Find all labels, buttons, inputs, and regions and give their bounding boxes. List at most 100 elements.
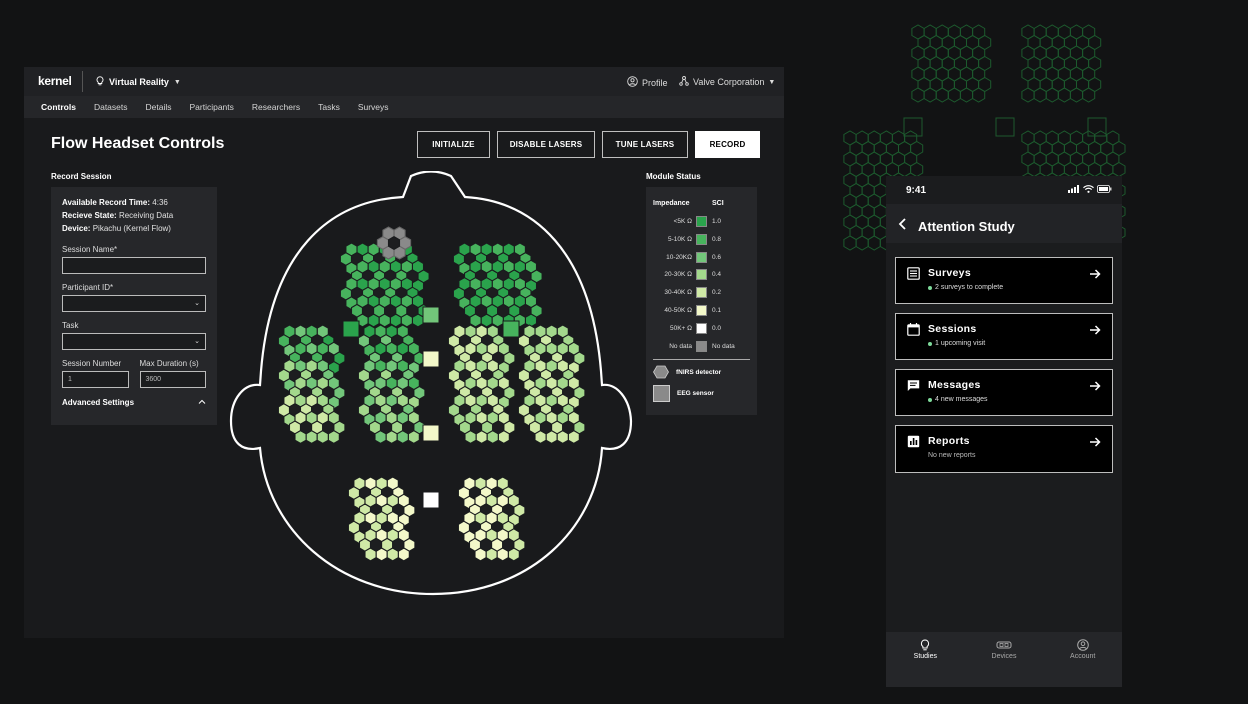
tab-researchers[interactable]: Researchers: [252, 102, 300, 112]
background-hexagon: [1057, 87, 1071, 103]
legend-row: 50K+ Ω 0.0: [646, 322, 757, 335]
fnirs-detector[interactable]: [369, 537, 383, 552]
tab-studies[interactable]: Studies: [886, 632, 965, 687]
fnirs-detector[interactable]: [469, 420, 483, 435]
impedance-range: 40-50K Ω: [664, 307, 692, 314]
tab-devices[interactable]: Devices: [965, 632, 1044, 687]
user-circle-icon: [1076, 639, 1089, 651]
color-swatch: [696, 269, 707, 281]
fnirs-detector[interactable]: [384, 303, 397, 318]
messages-card-title: Messages: [928, 379, 981, 391]
tab-tasks[interactable]: Tasks: [318, 102, 340, 112]
sessions-card[interactable]: Sessions 1 upcoming visit: [895, 313, 1113, 360]
messages-card-subtitle: 4 new messages: [928, 396, 988, 403]
eeg-sensor[interactable]: [422, 350, 440, 368]
background-hexagon: [867, 235, 881, 251]
fnirs-detector[interactable]: [379, 420, 393, 435]
max-duration-input[interactable]: 3600: [139, 371, 206, 388]
record-session-panel: Available Record Time: 4:36 Recieve Stat…: [51, 187, 217, 425]
tab-controls[interactable]: Controls: [41, 102, 76, 112]
fnirs-detector[interactable]: [406, 303, 419, 318]
page-title: Flow Headset Controls: [51, 135, 225, 152]
fnirs-detector[interactable]: [474, 303, 488, 318]
fnirs-detector[interactable]: [479, 537, 493, 552]
messages-card[interactable]: Messages 4 new messages: [895, 369, 1113, 416]
sci-value: 0.0: [712, 324, 722, 332]
color-swatch: [696, 305, 707, 316]
tab-datasets[interactable]: Datasets: [94, 102, 128, 112]
color-swatch: [696, 251, 707, 263]
background-hexagon: [935, 87, 949, 103]
tab-surveys[interactable]: Surveys: [358, 102, 389, 112]
background-hexagon: [923, 87, 937, 103]
fnirs-detector[interactable]: [361, 303, 375, 318]
advanced-settings-label: Advanced Settings: [62, 398, 135, 407]
eeg-sensor[interactable]: [342, 320, 360, 338]
list-icon: [907, 267, 920, 285]
fnirs-detector[interactable]: [402, 420, 415, 435]
network-icon: [679, 76, 689, 88]
desktop-app-window: kernel Virtual Reality ▼ Profile Valve C…: [24, 67, 784, 638]
record-session-heading: Record Session: [51, 172, 112, 181]
max-duration-label: Max Duration (s): [139, 359, 199, 368]
impedance-range: 10-20KΩ: [666, 253, 692, 261]
session-number-input[interactable]: 1: [62, 371, 129, 388]
background-hexagon: [843, 235, 857, 251]
profile-link[interactable]: Profile: [627, 76, 668, 89]
fnirs-detector[interactable]: [392, 537, 405, 552]
surveys-card[interactable]: Surveys 2 surveys to complete: [895, 257, 1113, 304]
session-name-input[interactable]: [62, 257, 206, 274]
mobile-header: Attention Study: [886, 204, 1122, 243]
initialize-button[interactable]: INITIALIZE: [417, 131, 490, 158]
device-info: Device: Pikachu (Kernel Flow): [62, 224, 171, 233]
arrow-right-icon: [1089, 323, 1101, 341]
organization-selector[interactable]: Valve Corporation ▼: [679, 76, 775, 88]
task-label: Task: [62, 321, 79, 330]
eeg-sensor-label: EEG sensor: [677, 390, 714, 397]
tab-participants[interactable]: Participants: [189, 102, 233, 112]
fnirs-detector[interactable]: [562, 420, 575, 435]
project-selector[interactable]: Virtual Reality ▼: [96, 76, 181, 88]
color-swatch: [696, 233, 707, 245]
task-select[interactable]: ⌄: [62, 333, 206, 350]
fnirs-detector[interactable]: [497, 303, 510, 318]
available-record-time: Available Record Time: 4:36: [62, 198, 168, 207]
fnirs-detector[interactable]: [322, 420, 335, 435]
reports-card[interactable]: Reports No new reports: [895, 425, 1113, 473]
eeg-sensor[interactable]: [422, 491, 440, 509]
session-number-label: Session Number: [62, 359, 122, 368]
record-button[interactable]: RECORD: [695, 131, 760, 158]
divider: [82, 71, 83, 92]
tab-devices-label: Devices: [991, 653, 1017, 660]
participant-id-select[interactable]: ⌄: [62, 295, 206, 312]
fnirs-detector[interactable]: [299, 420, 313, 435]
arrow-right-icon: [1089, 435, 1101, 453]
impedance-range: No data: [669, 342, 692, 350]
legend-divider: [653, 359, 750, 360]
tab-account-label: Account: [1070, 653, 1096, 660]
fnirs-detector[interactable]: [492, 420, 505, 435]
eeg-sensor[interactable]: [502, 320, 520, 338]
background-hexagon: [1082, 87, 1096, 103]
fnirs-detector[interactable]: [539, 420, 553, 435]
fnirs-detector[interactable]: [519, 303, 532, 318]
tab-account[interactable]: Account: [1043, 632, 1122, 687]
module-status-heading: Module Status: [646, 172, 701, 181]
fnirs-detector[interactable]: [502, 537, 515, 552]
advanced-settings-toggle[interactable]: Advanced Settings: [62, 398, 206, 407]
back-arrow-icon[interactable]: [896, 217, 910, 236]
fnirs-detector-label: fNIRS detector: [676, 368, 722, 376]
fnirs-detector[interactable]: [387, 235, 401, 251]
kernel-logo[interactable]: kernel: [38, 74, 72, 88]
disable-lasers-button[interactable]: DISABLE LASERS: [497, 131, 595, 158]
sessions-card-title: Sessions: [928, 323, 977, 335]
background-hexagon: [1069, 87, 1084, 103]
tune-lasers-button[interactable]: TUNE LASERS: [602, 131, 688, 158]
sci-value: 1.0: [712, 218, 722, 225]
impedance-range: 20-30K Ω: [664, 271, 692, 279]
eeg-sensor[interactable]: [422, 306, 440, 324]
eeg-sensor-key: EEG sensor: [653, 385, 714, 402]
reports-card-title: Reports: [928, 435, 970, 447]
tab-details[interactable]: Details: [146, 102, 172, 112]
eeg-sensor[interactable]: [422, 424, 440, 442]
